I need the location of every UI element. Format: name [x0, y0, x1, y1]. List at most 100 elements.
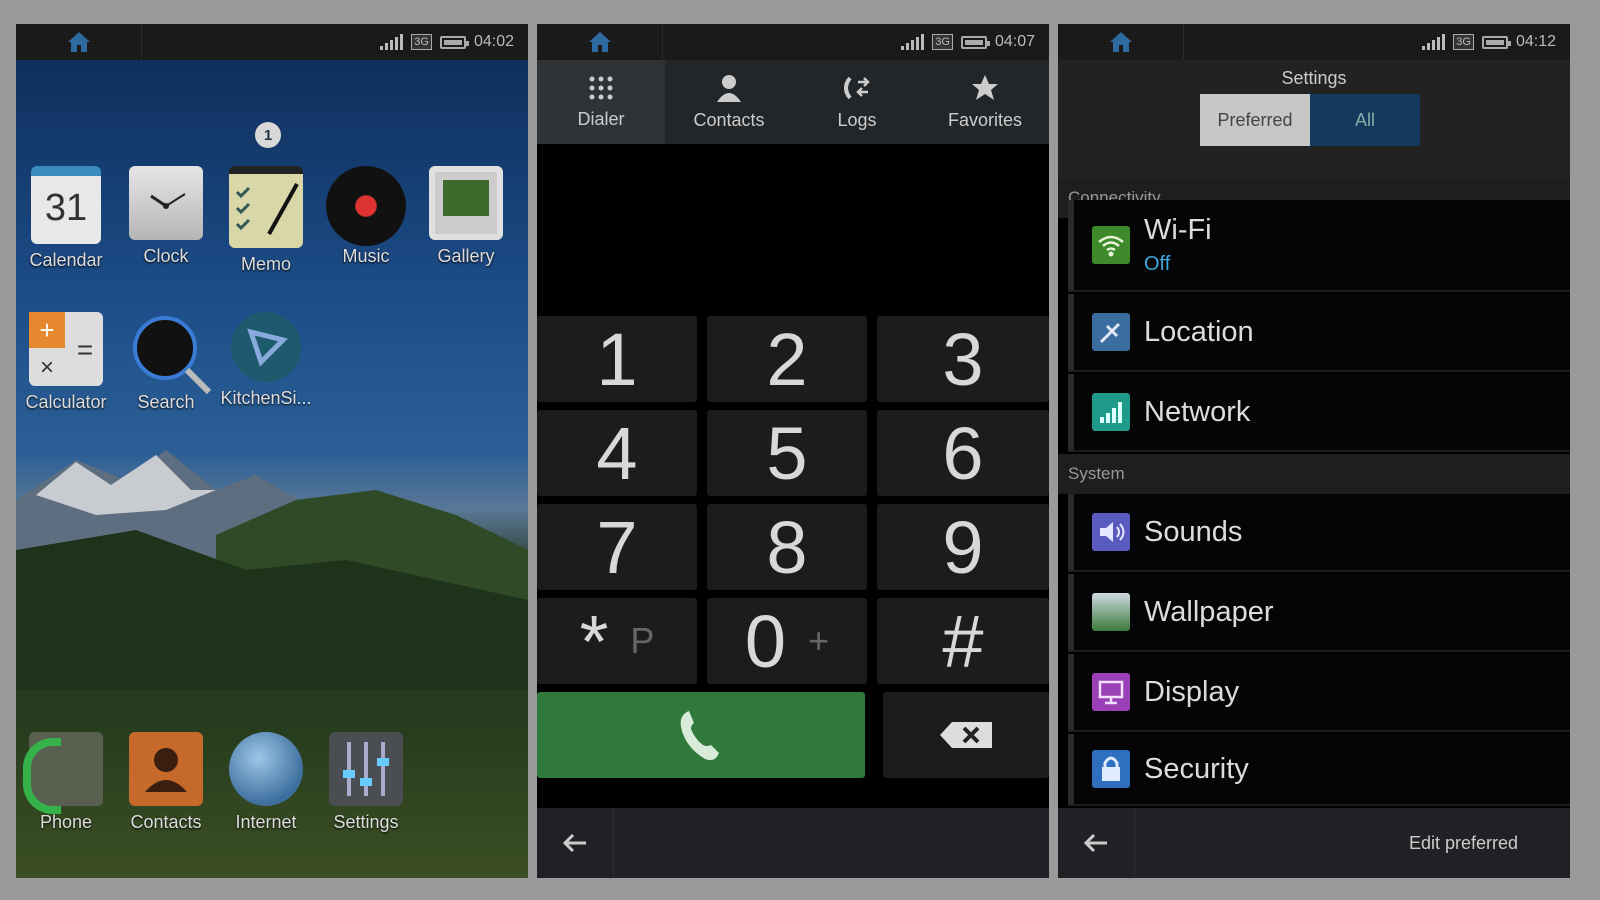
key-7[interactable]: 7 [537, 504, 697, 590]
app-label: Settings [333, 812, 399, 832]
settings-item-sounds[interactable]: Sounds [1068, 494, 1570, 572]
key-digit: 7 [596, 505, 638, 589]
home-screen: 3G 04:02 1 31 Calendar Clock Memo Music … [16, 24, 528, 878]
music-icon [326, 166, 406, 246]
status-bar: 3G 04:12 [1058, 24, 1570, 60]
dock-phone[interactable]: Phone [18, 732, 114, 833]
key-digit: # [942, 599, 984, 683]
settings-item-label: Wallpaper [1144, 595, 1274, 628]
location-icon [1092, 313, 1130, 351]
dialer-tabs: Dialer Contacts Logs Favorites [537, 60, 1049, 144]
key-digit: 6 [942, 411, 984, 495]
mountain-landscape [16, 450, 528, 690]
settings-item-label: Display [1144, 675, 1240, 708]
number-display [537, 144, 1049, 314]
home-icon [1109, 32, 1132, 52]
key-6[interactable]: 6 [877, 410, 1049, 496]
clock-time: 04:07 [994, 33, 1035, 50]
key-digit: 3 [942, 317, 984, 401]
signal-icon [901, 34, 925, 50]
settings-item-display[interactable]: Display [1068, 654, 1570, 732]
key-hash[interactable]: # [877, 598, 1049, 684]
app-label: Clock [143, 246, 189, 266]
key-4[interactable]: 4 [537, 410, 697, 496]
home-button[interactable] [1058, 24, 1184, 60]
network-type-badge: 3G [1453, 34, 1474, 50]
signal-icon [380, 34, 404, 50]
app-music[interactable]: Music [318, 166, 414, 267]
calculator-icon: + × = [29, 312, 103, 386]
segment-all[interactable]: All [1310, 94, 1420, 146]
tab-contacts[interactable]: Contacts [665, 60, 793, 144]
key-digit: 1 [596, 317, 638, 401]
key-3[interactable]: 3 [877, 316, 1049, 402]
app-clock[interactable]: Clock [118, 166, 214, 267]
key-9[interactable]: 9 [877, 504, 1049, 590]
home-button[interactable] [537, 24, 663, 60]
wifi-status: Off [1144, 253, 1171, 275]
tab-favorites[interactable]: Favorites [921, 60, 1049, 144]
page-indicator[interactable]: 1 [255, 122, 281, 148]
back-button[interactable] [1058, 808, 1135, 878]
settings-item-wallpaper[interactable]: Wallpaper [1068, 574, 1570, 652]
status-bar: 3G 04:02 [16, 24, 528, 60]
network-icon [1092, 393, 1130, 431]
app-label: Music [342, 246, 390, 266]
settings-item-network[interactable]: Network [1068, 374, 1570, 452]
call-log-icon [844, 76, 870, 99]
key-5[interactable]: 5 [707, 410, 867, 496]
app-label: Internet [235, 812, 297, 832]
app-gallery[interactable]: Gallery [418, 166, 514, 267]
key-digit: 0 [744, 599, 787, 683]
back-arrow-icon [562, 833, 586, 853]
settings-item-location[interactable]: Location [1068, 294, 1570, 372]
key-sub: P [630, 620, 655, 661]
backspace-icon [940, 722, 992, 748]
settings-item-wifi[interactable]: Wi-Fi Off [1068, 200, 1570, 292]
keypad-grid-icon [589, 76, 613, 99]
app-search[interactable]: Search [118, 312, 214, 413]
settings-item-label: Location [1144, 315, 1254, 348]
dock-settings[interactable]: Settings [318, 732, 414, 833]
sound-icon [1092, 513, 1130, 551]
key-0[interactable]: 0 + [707, 598, 867, 684]
kitchensink-icon [231, 312, 301, 382]
app-label: Calendar [29, 250, 103, 270]
settings-segmented-control: Preferred All [1200, 94, 1420, 146]
key-2[interactable]: 2 [707, 316, 867, 402]
wallpaper-icon [1092, 593, 1130, 631]
app-calculator[interactable]: + × = Calculator [18, 312, 114, 413]
key-8[interactable]: 8 [707, 504, 867, 590]
key-1[interactable]: 1 [537, 316, 697, 402]
app-kitchensink[interactable]: KitchenSi... [218, 312, 314, 409]
bottom-bar [537, 808, 1049, 878]
tab-label: Contacts [693, 109, 765, 130]
dock-internet[interactable]: Internet [218, 732, 314, 833]
home-button[interactable] [16, 24, 142, 60]
key-digit: * [579, 599, 609, 683]
settings-item-security[interactable]: Security [1068, 734, 1570, 806]
key-star[interactable]: * P [537, 598, 697, 684]
app-calendar[interactable]: 31 Calendar [18, 166, 114, 271]
settings-screen: 3G 04:12 Settings Preferred All Connecti… [1058, 24, 1570, 878]
backspace-button[interactable] [883, 692, 1049, 778]
home-icon [588, 32, 611, 52]
segment-preferred[interactable]: Preferred [1200, 94, 1310, 146]
settings-item-label: Sounds [1144, 515, 1243, 548]
tab-label: Dialer [577, 108, 625, 129]
app-label: KitchenSi... [220, 388, 312, 408]
gallery-icon [429, 166, 503, 240]
edit-preferred-button[interactable]: Edit preferred [1409, 833, 1518, 854]
globe-icon [229, 732, 303, 806]
key-digit: 4 [596, 411, 638, 495]
lock-icon [1092, 750, 1130, 788]
app-label: Calculator [25, 392, 107, 412]
call-button[interactable] [537, 692, 865, 778]
wifi-text: Wi-Fi Off [1144, 214, 1212, 276]
settings-item-label: Network [1144, 395, 1251, 428]
dock-contacts[interactable]: Contacts [118, 732, 214, 833]
app-memo[interactable]: Memo [218, 166, 314, 275]
tab-logs[interactable]: Logs [793, 60, 921, 144]
back-button[interactable] [537, 808, 614, 878]
tab-dialer[interactable]: Dialer [537, 60, 665, 144]
